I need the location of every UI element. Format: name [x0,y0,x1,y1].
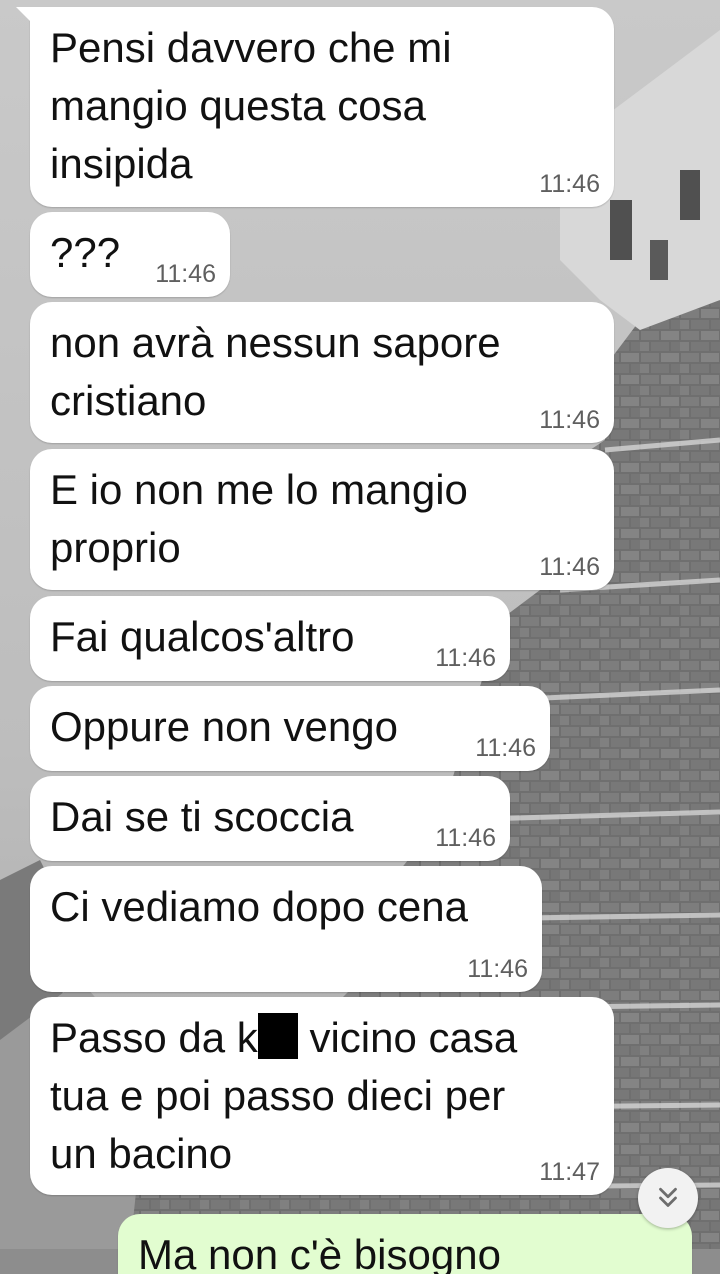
message-bubble[interactable]: Pensi davvero che mi mangio questa cosa … [16,7,614,207]
message-time: 11:46 [539,170,600,198]
message-text: Fai qualcos'altro [50,613,355,660]
message-time: 11:46 [435,824,496,852]
redaction-block [257,1013,298,1059]
message-bubble[interactable]: Oppure non vengo 11:46 [30,686,550,771]
message-text: Pensi davvero che mi mangio questa cosa … [50,24,452,187]
message-text: non avrà nessun sapore cristiano [50,319,501,424]
message-time: 11:46 [155,260,216,288]
message-time: 11:46 [539,406,600,434]
message-bubble[interactable]: non avrà nessun sapore cristiano 11:46 [30,302,614,443]
message-time: 11:46 [475,734,536,762]
message-text: Oppure non vengo [50,703,398,750]
message-text: E io non me lo mangio proprio [50,466,468,571]
message-text: ??? [50,229,121,276]
double-chevron-down-icon [659,1187,677,1207]
message-bubble[interactable]: Fai qualcos'altro 11:46 [30,596,510,681]
message-time: 11:47 [539,1158,600,1186]
message-text: Dai se ti scoccia [50,793,354,840]
message-bubble[interactable]: Passo da k vicino casa tua e poi passo d… [30,997,614,1195]
message-bubble[interactable]: Dai se ti scoccia 11:46 [30,776,510,861]
message-text: Passo da k vicino casa tua e poi passo d… [50,1009,517,1183]
scroll-to-bottom-button[interactable] [638,1168,698,1228]
message-text-part: Passo da k [50,1014,258,1061]
message-bubble[interactable]: Ci vediamo dopo cena 11:46 [30,866,542,992]
message-text: Ci vediamo dopo cena [50,883,468,930]
outgoing-message-bubble[interactable]: Ma non c'è bisogno [118,1214,692,1274]
message-text: Ma non c'è bisogno [138,1231,501,1274]
message-time: 11:46 [467,955,528,983]
message-bubble[interactable]: E io non me lo mangio proprio 11:46 [30,449,614,590]
message-time: 11:46 [435,644,496,672]
message-time: 11:46 [539,553,600,581]
chat-messages: Pensi davvero che mi mangio questa cosa … [0,0,720,1274]
message-bubble[interactable]: ??? 11:46 [30,212,230,297]
